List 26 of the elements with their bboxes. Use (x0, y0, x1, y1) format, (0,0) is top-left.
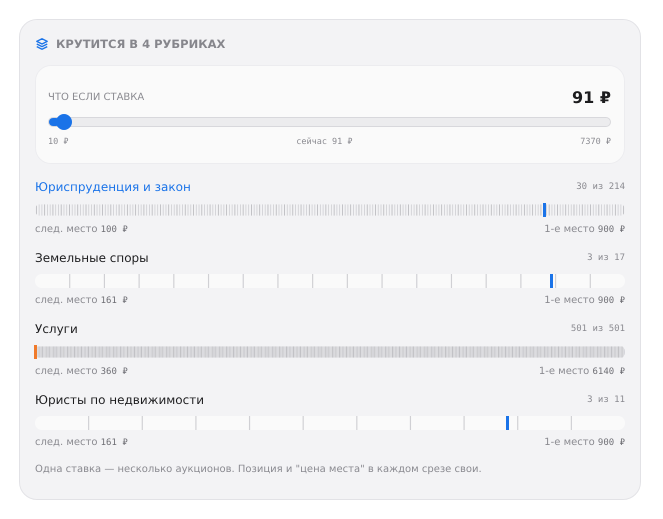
rank-text: 501 из 501 (570, 324, 625, 334)
next-place-price: след. место 161 ₽ (35, 437, 128, 448)
min-value: 10 ₽ (48, 137, 68, 147)
first-place-price: 1-е место 900 ₽ (544, 295, 625, 306)
footnote: Одна ставка — несколько аукционов. Позиция и "цена места" в каждом срезе свои. (35, 464, 483, 475)
rubric-title[interactable]: Юриспруденция и закон (35, 180, 191, 194)
rank-text: 3 из 11 (587, 395, 625, 405)
section-title: КРУТИТСЯ В 4 РУБРИКАХ (56, 37, 226, 51)
current-value: сейчас 91 ₽ (296, 137, 353, 147)
first-place-price: 1-е место 900 ₽ (544, 224, 625, 235)
bid-value: 91 ₽ (572, 88, 611, 106)
rubric-title[interactable]: Земельные споры (35, 251, 149, 265)
rank-text: 3 из 17 (587, 253, 625, 263)
next-place-price: след. место 360 ₽ (35, 366, 128, 377)
bid-label: ЧТО ЕСЛИ СТАВКА (48, 92, 144, 102)
slider-thumb[interactable] (56, 114, 72, 130)
bid-slider[interactable] (48, 117, 611, 127)
next-place-price: след. место 100 ₽ (35, 224, 128, 235)
first-place-price: 1-е место 6140 ₽ (538, 366, 625, 377)
rank-text: 30 из 214 (576, 182, 625, 192)
next-place-price: след. место 161 ₽ (35, 295, 128, 306)
layers-icon (35, 37, 49, 51)
first-place-price: 1-е место 900 ₽ (544, 437, 625, 448)
max-value: 7370 ₽ (580, 137, 611, 147)
rubric-title[interactable]: Юристы по недвижимости (35, 393, 204, 407)
rubric-title[interactable]: Услуги (35, 322, 78, 336)
